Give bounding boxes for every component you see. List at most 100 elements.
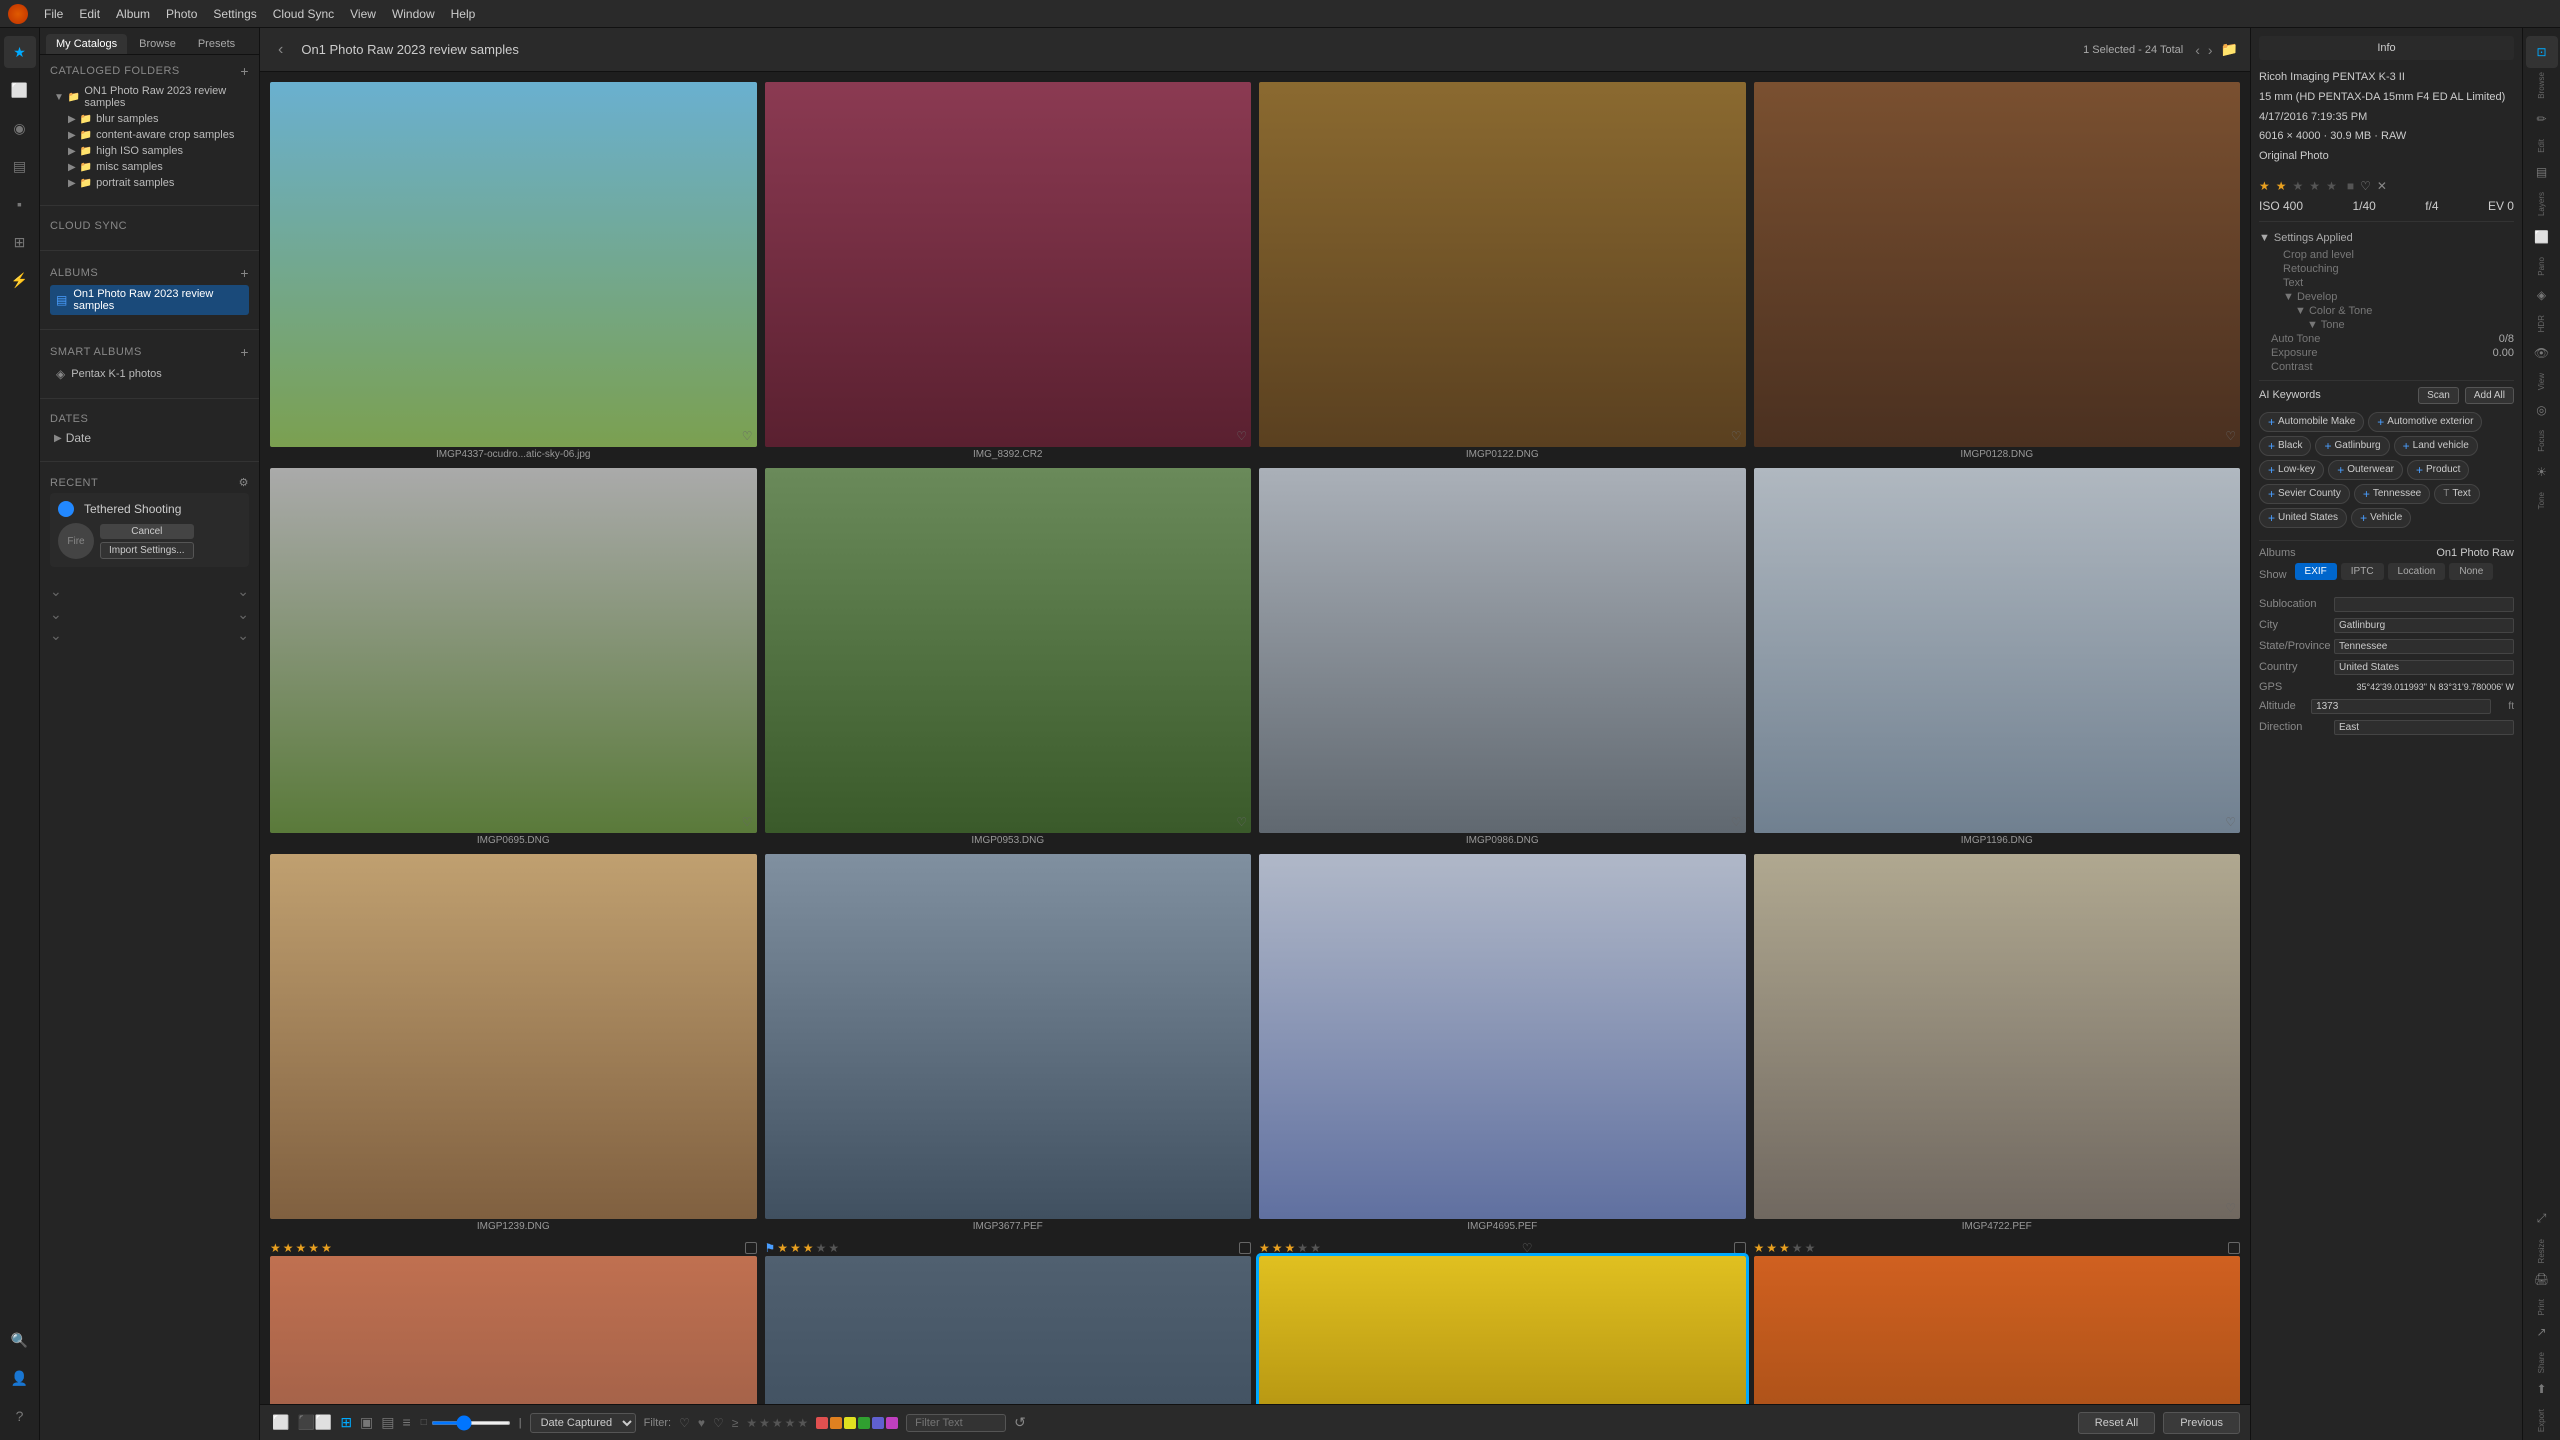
photo-thumb-5[interactable]: ♡ — [270, 468, 757, 833]
expand-left-btn-3[interactable]: ⌄ — [50, 627, 62, 644]
tab-browse[interactable]: Browse — [129, 34, 186, 54]
rating-star-5[interactable]: ★ — [2326, 179, 2337, 193]
filter-star-4[interactable]: ★ — [785, 1416, 796, 1430]
ri-pano-icon[interactable]: ⬜ — [2526, 221, 2558, 253]
recent-settings-icon[interactable]: ⚙ — [239, 476, 249, 489]
kw-product[interactable]: + Product — [2407, 460, 2469, 480]
photo-thumb-14[interactable] — [765, 1256, 1252, 1404]
ri-export-icon[interactable]: ⬆ — [2526, 1373, 2558, 1405]
heart-icon-info[interactable]: ♡ — [2360, 179, 2371, 193]
swatch-orange[interactable] — [830, 1417, 842, 1429]
state-input[interactable] — [2334, 639, 2514, 654]
photo-cell-12[interactable]: ♡ IMGP4722.PEF — [1754, 854, 2241, 1232]
sidebar-icon-monitor[interactable]: ⬜ — [4, 74, 36, 106]
city-input[interactable] — [2334, 618, 2514, 633]
setting-color-tone[interactable]: ▼ Color & Tone — [2271, 304, 2514, 318]
photo-thumb-2[interactable]: ♡ — [765, 82, 1252, 447]
photo-thumb-4[interactable]: ♡ — [1754, 82, 2241, 447]
photo-thumb-9[interactable] — [270, 854, 757, 1219]
folder-portrait[interactable]: ▶ 📁 portrait samples — [64, 175, 249, 191]
heart-icon-3[interactable]: ♡ — [1731, 429, 1742, 443]
add-album-btn[interactable]: + — [240, 265, 249, 281]
kw-outerwear[interactable]: + Outerwear — [2328, 460, 2403, 480]
swatch-red[interactable] — [816, 1417, 828, 1429]
next-nav-icon[interactable]: › — [2208, 42, 2213, 58]
swatch-yellow[interactable] — [844, 1417, 856, 1429]
kw-vehicle[interactable]: + Vehicle — [2351, 508, 2411, 528]
photo-cell-16[interactable]: ★ ★ ★ ★ ★ ♡ YIMGP0780.DNG — [1754, 1240, 2241, 1404]
ri-edit[interactable]: ✏ Edit — [2526, 103, 2558, 153]
ri-hdr[interactable]: ◈ HDR — [2526, 279, 2558, 332]
ai-add-all-btn[interactable]: Add All — [2465, 387, 2514, 404]
expand-right-btn[interactable]: ⌄ — [237, 583, 249, 600]
sort-dropdown[interactable]: Date Captured — [530, 1413, 636, 1433]
star-4-13[interactable]: ★ — [308, 1241, 319, 1255]
album-oni-review[interactable]: ▤ On1 Photo Raw 2023 review samples — [50, 285, 249, 315]
star-3-15[interactable]: ★ — [1285, 1241, 1296, 1255]
kw-automotive-ext[interactable]: + Automotive exterior — [2368, 412, 2482, 432]
expand-left-btn[interactable]: ⌄ — [50, 583, 62, 600]
menu-settings[interactable]: Settings — [213, 7, 256, 21]
photo-thumb-12[interactable]: ♡ — [1754, 854, 2241, 1219]
star-2-14[interactable]: ★ — [790, 1241, 801, 1255]
menu-view[interactable]: View — [350, 7, 376, 21]
expand-right-btn-2[interactable]: ⌄ — [237, 606, 249, 623]
star-3-14[interactable]: ★ — [803, 1241, 814, 1255]
add-smart-album-btn[interactable]: + — [240, 344, 249, 360]
menu-help[interactable]: Help — [451, 7, 476, 21]
sidebar-icon-car[interactable]: ▪ — [4, 188, 36, 220]
photo-cell-9[interactable]: IMGP1239.DNG — [270, 854, 757, 1232]
refresh-btn[interactable]: ↺ — [1014, 1414, 1026, 1431]
ri-resize-icon[interactable]: ⤢ — [2526, 1203, 2558, 1235]
sidebar-icon-search[interactable]: 🔍 — [4, 1324, 36, 1356]
ri-edit-icon[interactable]: ✏ — [2526, 103, 2558, 135]
photo-thumb-11[interactable] — [1259, 854, 1746, 1219]
photo-cell-4[interactable]: ♡ IMGP0128.DNG — [1754, 82, 2241, 460]
folder-crop[interactable]: ▶ 📁 content-aware crop samples — [64, 127, 249, 143]
photo-cell-13[interactable]: ★ ★ ★ ★ ★ ⇲ DSCF5445.RAF — [270, 1240, 757, 1404]
heart-icon-1[interactable]: ♡ — [742, 429, 753, 443]
sidebar-icon-panels[interactable]: ⊞ — [4, 226, 36, 258]
star-2-13[interactable]: ★ — [283, 1241, 294, 1255]
dates-date-item[interactable]: ▶ Date — [50, 429, 249, 447]
star-3-16[interactable]: ★ — [1779, 1241, 1790, 1255]
kw-automobile-make[interactable]: + Automobile Make — [2259, 412, 2364, 432]
photo-cell-2[interactable]: ♡ IMG_8392.CR2 — [765, 82, 1252, 460]
photo-cell-14[interactable]: ⚑ ★ ★ ★ ★ ★ YIMGP0996.DNG — [765, 1240, 1252, 1404]
smart-album-pentax[interactable]: ◈ Pentax K-1 photos — [50, 364, 249, 384]
heart-icon-4[interactable]: ♡ — [2225, 429, 2236, 443]
flag-icon-14[interactable]: ⚑ — [765, 1241, 776, 1255]
ri-focus[interactable]: ◎ Focus — [2526, 394, 2558, 452]
folder-root[interactable]: ▼ 📁 ON1 Photo Raw 2023 review samples — [50, 83, 249, 111]
ri-layers-icon[interactable]: ▤ — [2526, 156, 2558, 188]
kw-low-key[interactable]: + Low-key — [2259, 460, 2324, 480]
photo-cell-15[interactable]: ★ ★ ★ ★ ★ ♡ YIMGP1023.DNG — [1259, 1240, 1746, 1404]
tab-presets[interactable]: Presets — [188, 34, 245, 54]
kw-land-vehicle[interactable]: + Land vehicle — [2394, 436, 2478, 456]
ri-tone-icon[interactable]: ☀ — [2526, 456, 2558, 488]
photo-checkbox-14[interactable] — [1239, 1242, 1251, 1254]
prev-nav-icon[interactable]: ‹ — [2195, 42, 2200, 58]
sidebar-icon-user[interactable]: 👤 — [4, 1362, 36, 1394]
star-5-13[interactable]: ★ — [321, 1241, 332, 1255]
heart-icon-8[interactable]: ♡ — [2225, 815, 2236, 829]
folder-iso[interactable]: ▶ 📁 high ISO samples — [64, 143, 249, 159]
photo-cell-3[interactable]: ♡ IMGP0122.DNG — [1259, 82, 1746, 460]
ri-focus-icon[interactable]: ◎ — [2526, 394, 2558, 426]
sidebar-icon-help[interactable]: ? — [4, 1400, 36, 1432]
ri-view-icon[interactable]: 👁 — [2526, 337, 2558, 369]
filter-star-1[interactable]: ★ — [746, 1416, 757, 1430]
heart-icon-5[interactable]: ♡ — [742, 815, 753, 829]
rating-star-1[interactable]: ★ — [2259, 179, 2270, 193]
swatch-green[interactable] — [858, 1417, 870, 1429]
expand-right-btn-3[interactable]: ⌄ — [237, 627, 249, 644]
photo-thumb-3[interactable]: ♡ — [1259, 82, 1746, 447]
photo-cell-6[interactable]: ♡ IMGP0953.DNG — [765, 468, 1252, 846]
star-5-14[interactable]: ★ — [828, 1241, 839, 1255]
photo-thumb-15[interactable] — [1259, 1256, 1746, 1404]
menu-photo[interactable]: Photo — [166, 7, 197, 21]
thumb-size-slider[interactable] — [431, 1421, 511, 1425]
ri-export[interactable]: ⬆ Export — [2526, 1373, 2558, 1432]
filter-heart2-icon[interactable]: ♥ — [698, 1416, 705, 1430]
photo-thumb-13[interactable]: ⇲ — [270, 1256, 757, 1404]
